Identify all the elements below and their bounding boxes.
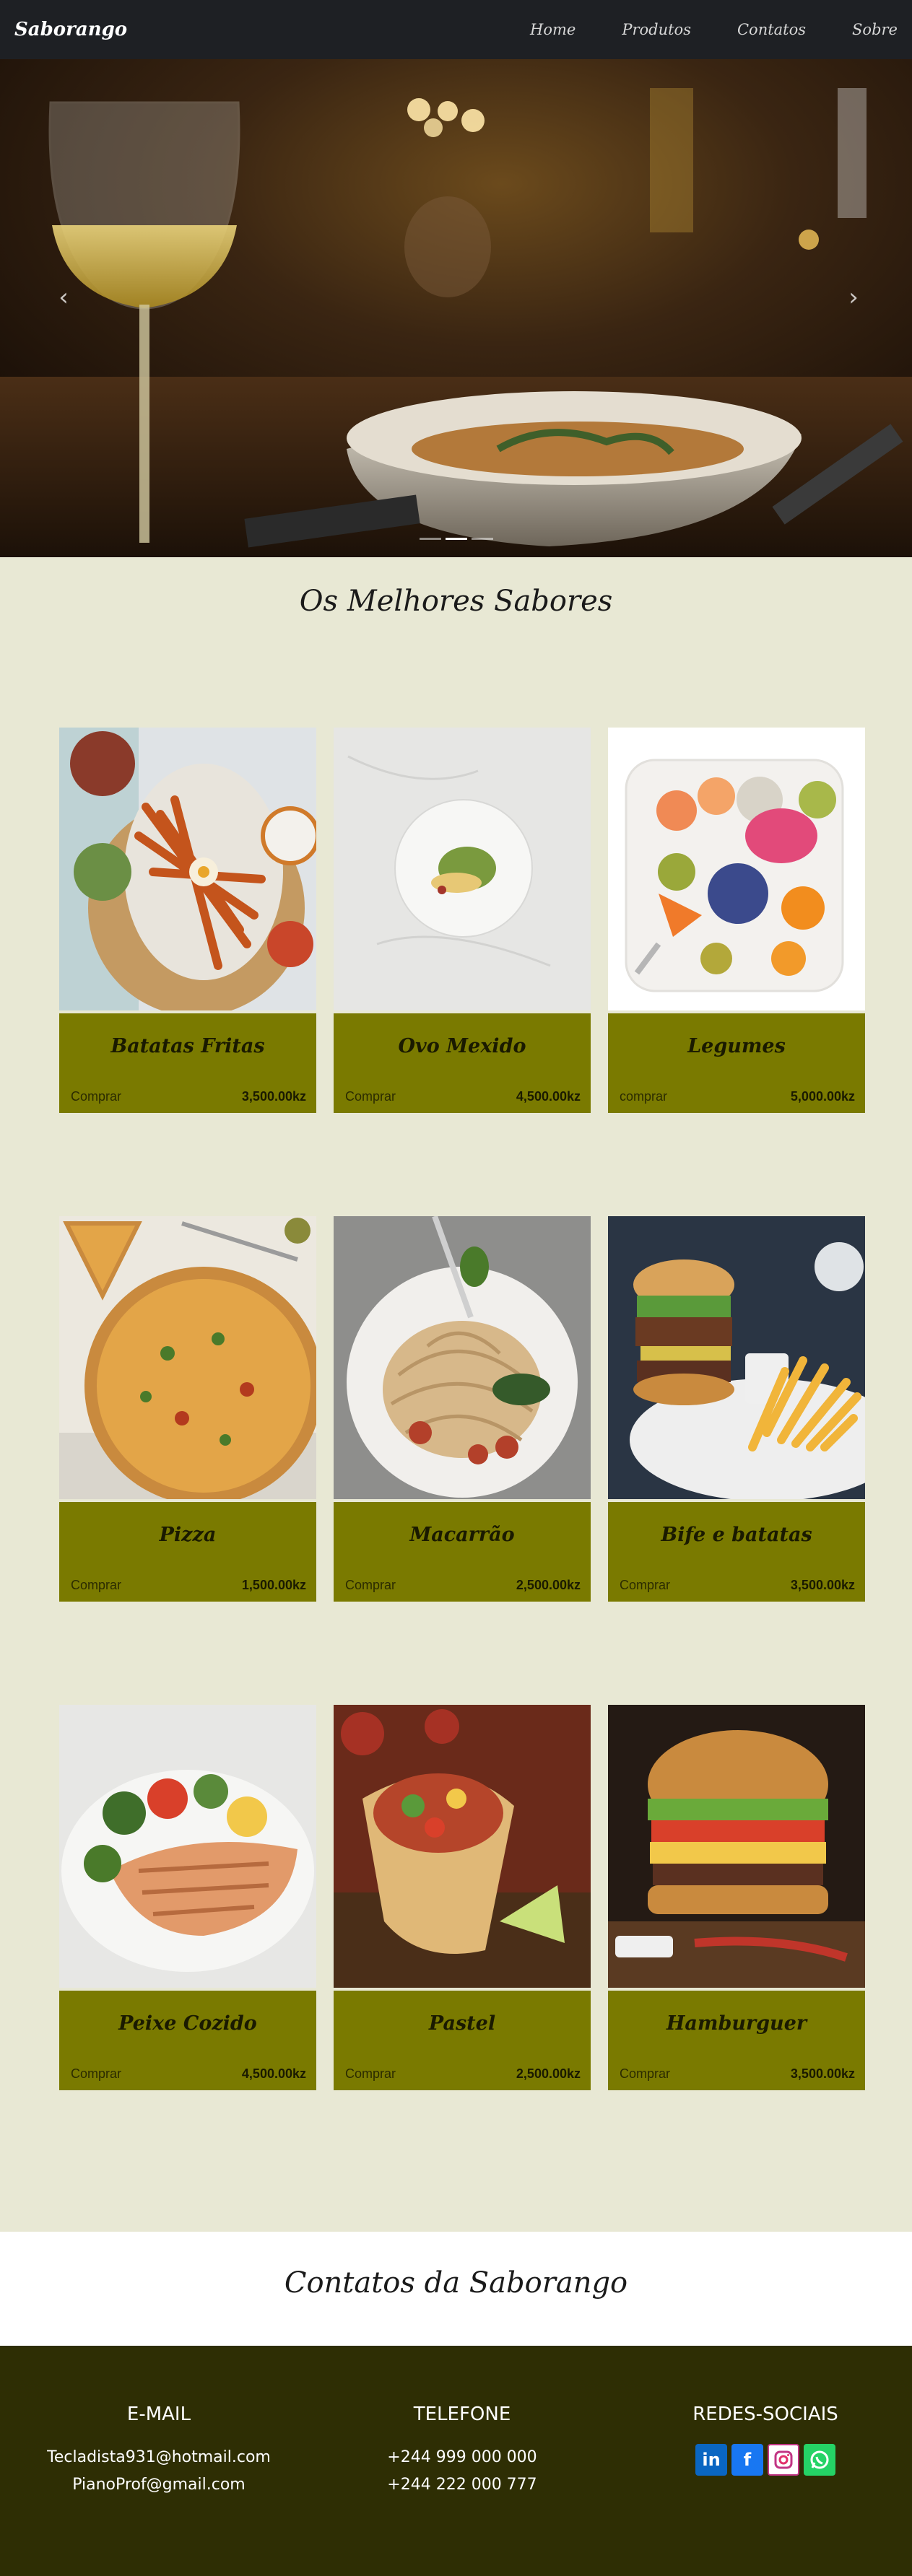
product-name: Bife e batatas [661, 1524, 812, 1546]
whatsapp-icon[interactable] [804, 2444, 835, 2476]
carousel-next-icon[interactable]: › [839, 283, 868, 312]
product-price: 3,500.00kz [241, 1089, 306, 1104]
product-card-body: Legumes comprar 5,000.00kz [608, 1013, 865, 1113]
linkedin-icon[interactable]: in [695, 2444, 727, 2476]
product-card-body: Bife e batatas Comprar 3,500.00kz [608, 1502, 865, 1602]
product-price: 2,500.00kz [516, 1578, 581, 1592]
email-column: E-MAIL Tecladista931@hotmail.com PianoPr… [36, 2403, 282, 2499]
social-column: REDES-SOCIAIS in f [643, 2403, 888, 2476]
product-price: 5,000.00kz [790, 1089, 855, 1104]
product-name: Macarrão [409, 1524, 515, 1546]
product-price: 2,500.00kz [516, 2066, 581, 2081]
buy-link[interactable]: Comprar [345, 1578, 396, 1593]
product-price: 4,500.00kz [516, 1089, 581, 1104]
buy-link[interactable]: Comprar [71, 1578, 121, 1593]
buy-link[interactable]: Comprar [71, 1089, 121, 1104]
email-heading: E-MAIL [126, 2403, 191, 2425]
product-card-body: Ovo Mexido Comprar 4,500.00kz [334, 1013, 591, 1113]
product-name: Pizza [159, 1524, 217, 1546]
product-name: Hamburguer [666, 2012, 807, 2035]
product-image-ovo-mexido [334, 728, 591, 1010]
navbar: Saborango Home Produtos Contatos Sobre [0, 0, 912, 59]
product-image-pastel [334, 1705, 591, 1988]
product-card-body: Pastel Comprar 2,500.00kz [334, 1991, 591, 2090]
product-card-body: Hamburguer Comprar 3,500.00kz [608, 1991, 865, 2090]
carousel-indicator[interactable] [471, 538, 493, 540]
social-icons: in f [643, 2444, 888, 2476]
nav-link-home[interactable]: Home [530, 21, 576, 38]
buy-link[interactable]: Comprar [345, 1089, 396, 1104]
phone-heading: TELEFONE [413, 2403, 511, 2425]
product-name: Batatas Fritas [110, 1035, 265, 1057]
buy-link[interactable]: Comprar [620, 1578, 670, 1593]
product-price: 3,500.00kz [790, 2066, 855, 2081]
product-card: Pizza Comprar 1,500.00kz [59, 1216, 316, 1602]
product-image-legumes [608, 728, 865, 1010]
phone-number: +244 222 000 777 [387, 2476, 537, 2494]
product-image-peixe-cozido [59, 1705, 316, 1988]
nav-link-sobre[interactable]: Sobre [852, 21, 898, 38]
menu-title: Os Melhores Sabores [299, 585, 613, 618]
buy-link[interactable]: comprar [620, 1089, 667, 1104]
hero-image [0, 59, 912, 557]
product-card: Macarrão Comprar 2,500.00kz [334, 1216, 591, 1602]
product-card-body: Peixe Cozido Comprar 4,500.00kz [59, 1991, 316, 2090]
product-card: Legumes comprar 5,000.00kz [608, 728, 865, 1113]
product-card: Pastel Comprar 2,500.00kz [334, 1705, 591, 2090]
product-card: Peixe Cozido Comprar 4,500.00kz [59, 1705, 316, 2090]
hero-carousel: ‹ › [0, 59, 912, 557]
product-card: Bife e batatas Comprar 3,500.00kz [608, 1216, 865, 1602]
product-price: 4,500.00kz [241, 2066, 306, 2081]
brand-logo[interactable]: Saborango [14, 19, 127, 40]
product-card-body: Macarrão Comprar 2,500.00kz [334, 1502, 591, 1602]
carousel-indicator-active[interactable] [445, 538, 467, 540]
product-price: 1,500.00kz [241, 1578, 306, 1592]
nav-link-contatos[interactable]: Contatos [737, 21, 806, 38]
nav-link-produtos[interactable]: Produtos [622, 21, 691, 38]
nav-links: Home Produtos Contatos Sobre [484, 21, 898, 38]
product-image-bife-e-batatas [608, 1216, 865, 1499]
facebook-icon[interactable]: f [731, 2444, 763, 2476]
buy-link[interactable]: Comprar [345, 2066, 396, 2082]
buy-link[interactable]: Comprar [71, 2066, 121, 2082]
carousel-indicators [0, 538, 912, 540]
phone-number: +244 999 000 000 [387, 2448, 537, 2466]
contacts-title: Contatos da Saborango [284, 2266, 628, 2300]
email-link[interactable]: Tecladista931@hotmail.com [36, 2444, 282, 2471]
product-card-body: Pizza Comprar 1,500.00kz [59, 1502, 316, 1602]
email-link[interactable]: PianoProf@gmail.com [36, 2471, 282, 2499]
product-card: Batatas Fritas Comprar 3,500.00kz [59, 728, 316, 1113]
carousel-indicator[interactable] [419, 538, 441, 540]
product-name: Peixe Cozido [118, 2012, 257, 2035]
product-card: Hamburguer Comprar 3,500.00kz [608, 1705, 865, 2090]
product-name: Ovo Mexido [398, 1035, 526, 1057]
product-image-batatas-fritas [59, 728, 316, 1010]
carousel-prev-icon[interactable]: ‹ [49, 283, 78, 312]
product-image-hamburguer [608, 1705, 865, 1988]
product-price: 3,500.00kz [790, 1578, 855, 1592]
product-name: Pastel [428, 2012, 496, 2035]
product-image-pizza [59, 1216, 316, 1499]
social-heading: REDES-SOCIAIS [692, 2403, 838, 2425]
product-name: Legumes [687, 1035, 786, 1057]
phone-column: TELEFONE +244 999 000 000 +244 222 000 7… [339, 2403, 585, 2499]
buy-link[interactable]: Comprar [620, 2066, 670, 2082]
product-image-macarrao [334, 1216, 591, 1499]
footer: E-MAIL Tecladista931@hotmail.com PianoPr… [0, 2346, 912, 2576]
product-card: Ovo Mexido Comprar 4,500.00kz [334, 728, 591, 1113]
instagram-icon[interactable] [768, 2444, 799, 2476]
product-card-body: Batatas Fritas Comprar 3,500.00kz [59, 1013, 316, 1113]
